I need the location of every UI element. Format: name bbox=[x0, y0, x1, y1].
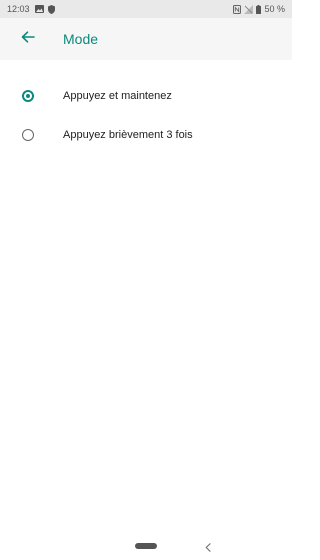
option-label: Appuyez et maintenez bbox=[63, 90, 172, 102]
status-time: 12:03 bbox=[7, 4, 30, 14]
battery-icon bbox=[256, 4, 262, 14]
back-button[interactable] bbox=[0, 18, 46, 60]
image-icon bbox=[34, 5, 44, 13]
app-bar: Mode bbox=[0, 18, 292, 60]
navigation-bar bbox=[0, 530, 292, 560]
arrow-back-icon bbox=[21, 30, 35, 48]
radio-unselected-icon[interactable] bbox=[22, 129, 34, 141]
radio-selected-icon[interactable] bbox=[22, 90, 34, 102]
status-bar: 12:03 50 % bbox=[0, 0, 292, 18]
no-signal-icon bbox=[244, 4, 254, 14]
option-tap-three-times[interactable]: Appuyez brièvement 3 fois bbox=[0, 115, 292, 155]
option-press-and-hold[interactable]: Appuyez et maintenez bbox=[0, 76, 292, 116]
page-title: Mode bbox=[63, 31, 99, 47]
nfc-icon bbox=[233, 4, 242, 14]
back-chevron-icon[interactable] bbox=[205, 539, 211, 557]
shield-icon bbox=[47, 4, 55, 14]
home-pill-icon[interactable] bbox=[135, 543, 157, 549]
battery-percent: 50 % bbox=[264, 4, 285, 14]
option-label: Appuyez brièvement 3 fois bbox=[63, 129, 193, 141]
